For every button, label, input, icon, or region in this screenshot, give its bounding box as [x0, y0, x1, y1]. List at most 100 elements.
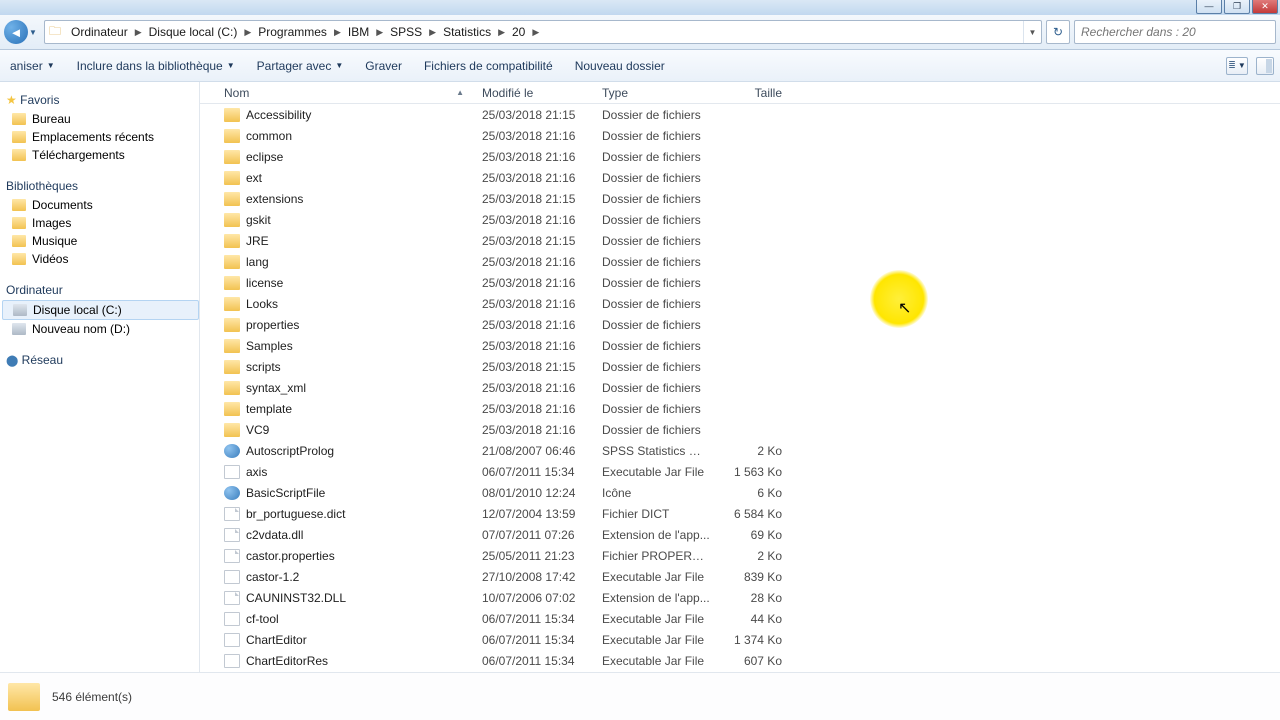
- blue-icon: [224, 486, 240, 500]
- sidebar-item-music[interactable]: Musique: [2, 232, 199, 250]
- table-row[interactable]: ChartEditorRes06/07/2011 15:34Executable…: [200, 650, 1280, 671]
- table-row[interactable]: gskit25/03/2018 21:16Dossier de fichiers: [200, 209, 1280, 230]
- table-row[interactable]: eclipse25/03/2018 21:16Dossier de fichie…: [200, 146, 1280, 167]
- preview-pane-button[interactable]: [1256, 57, 1274, 75]
- blue-icon: [224, 444, 240, 458]
- col-size[interactable]: Taille: [716, 86, 788, 100]
- table-row[interactable]: Accessibility25/03/2018 21:15Dossier de …: [200, 104, 1280, 125]
- table-row[interactable]: CAUNINST32.DLL10/07/2006 07:02Extension …: [200, 587, 1280, 608]
- file-modified: 06/07/2011 15:34: [476, 633, 596, 647]
- crumb[interactable]: Statistics: [437, 25, 497, 39]
- view-mode-button[interactable]: ≣ ▼: [1226, 57, 1248, 75]
- search-input[interactable]: [1081, 25, 1269, 39]
- table-row[interactable]: br_portuguese.dict12/07/2004 13:59Fichie…: [200, 503, 1280, 524]
- sidebar-item-bureau[interactable]: Bureau: [2, 110, 199, 128]
- col-type[interactable]: Type: [596, 86, 716, 100]
- file-name: castor-1.2: [246, 570, 299, 584]
- file-size: 6 Ko: [716, 486, 788, 500]
- file-modified: 25/03/2018 21:16: [476, 171, 596, 185]
- file-list: Nom▲ Modifié le Type Taille Accessibilit…: [200, 82, 1280, 672]
- folder-icon: [224, 297, 240, 311]
- file-type: Dossier de fichiers: [596, 318, 716, 332]
- address-dropdown[interactable]: ▼: [1023, 21, 1041, 43]
- table-row[interactable]: AutoscriptProlog21/08/2007 06:46SPSS Sta…: [200, 440, 1280, 461]
- file-type: Dossier de fichiers: [596, 402, 716, 416]
- table-row[interactable]: axis06/07/2011 15:34Executable Jar File1…: [200, 461, 1280, 482]
- table-row[interactable]: properties25/03/2018 21:16Dossier de fic…: [200, 314, 1280, 335]
- network-header[interactable]: ⬤ Réseau: [2, 350, 199, 370]
- file-modified: 06/07/2011 15:34: [476, 612, 596, 626]
- table-row[interactable]: c2vdata.dll07/07/2011 07:26Extension de …: [200, 524, 1280, 545]
- jar-icon: [224, 612, 240, 626]
- file-modified: 12/07/2004 13:59: [476, 507, 596, 521]
- file-name: eclipse: [246, 150, 283, 164]
- file-name: properties: [246, 318, 299, 332]
- search-box[interactable]: [1074, 20, 1276, 44]
- file-size: 69 Ko: [716, 528, 788, 542]
- table-row[interactable]: license25/03/2018 21:16Dossier de fichie…: [200, 272, 1280, 293]
- table-row[interactable]: Looks25/03/2018 21:16Dossier de fichiers: [200, 293, 1280, 314]
- folder-icon: [224, 339, 240, 353]
- maximize-button[interactable]: ❐: [1224, 0, 1250, 14]
- file-modified: 07/07/2011 07:26: [476, 528, 596, 542]
- share-button[interactable]: Partager avec▼: [253, 57, 348, 75]
- address-box[interactable]: 🗀 Ordinateur▶Disque local (C:)▶Programme…: [44, 20, 1042, 44]
- table-row[interactable]: Samples25/03/2018 21:16Dossier de fichie…: [200, 335, 1280, 356]
- col-name[interactable]: Nom▲: [218, 86, 476, 100]
- folder-icon: [224, 255, 240, 269]
- sidebar-item-disk-c[interactable]: Disque local (C:): [2, 300, 199, 320]
- include-library-button[interactable]: Inclure dans la bibliothèque▼: [73, 57, 239, 75]
- sidebar-item-videos[interactable]: Vidéos: [2, 250, 199, 268]
- sidebar-item-downloads[interactable]: Téléchargements: [2, 146, 199, 164]
- file-type: Dossier de fichiers: [596, 339, 716, 353]
- organize-button[interactable]: aniser▼: [6, 57, 59, 75]
- table-row[interactable]: ext25/03/2018 21:16Dossier de fichiers: [200, 167, 1280, 188]
- status-folder-icon: [8, 683, 40, 711]
- minimize-button[interactable]: —: [1196, 0, 1222, 14]
- history-dropdown[interactable]: ▼: [28, 20, 38, 44]
- crumb-sep: ▶: [134, 27, 143, 38]
- file-type: Extension de l'app...: [596, 528, 716, 542]
- libraries-header[interactable]: Bibliothèques: [2, 176, 199, 196]
- table-row[interactable]: JRE25/03/2018 21:15Dossier de fichiers: [200, 230, 1280, 251]
- table-row[interactable]: ChartEditor06/07/2011 15:34Executable Ja…: [200, 629, 1280, 650]
- computer-header[interactable]: Ordinateur: [2, 280, 199, 300]
- file-modified: 06/07/2011 15:34: [476, 465, 596, 479]
- close-button[interactable]: ✕: [1252, 0, 1278, 14]
- folder-icon: [224, 150, 240, 164]
- col-modified[interactable]: Modifié le: [476, 86, 596, 100]
- file-size: 2 Ko: [716, 444, 788, 458]
- crumb[interactable]: Programmes: [252, 25, 333, 39]
- file-name: scripts: [246, 360, 281, 374]
- burn-button[interactable]: Graver: [361, 57, 406, 75]
- table-row[interactable]: common25/03/2018 21:16Dossier de fichier…: [200, 125, 1280, 146]
- sidebar-item-images[interactable]: Images: [2, 214, 199, 232]
- table-row[interactable]: cf-tool06/07/2011 15:34Executable Jar Fi…: [200, 608, 1280, 629]
- compat-files-button[interactable]: Fichiers de compatibilité: [420, 57, 557, 75]
- crumb[interactable]: Disque local (C:): [143, 25, 244, 39]
- table-row[interactable]: extensions25/03/2018 21:15Dossier de fic…: [200, 188, 1280, 209]
- new-folder-button[interactable]: Nouveau dossier: [571, 57, 669, 75]
- table-row[interactable]: syntax_xml25/03/2018 21:16Dossier de fic…: [200, 377, 1280, 398]
- file-type: Dossier de fichiers: [596, 108, 716, 122]
- crumb[interactable]: SPSS: [384, 25, 428, 39]
- crumb[interactable]: 20: [506, 25, 531, 39]
- sidebar-item-documents[interactable]: Documents: [2, 196, 199, 214]
- refresh-button[interactable]: ↻: [1046, 20, 1070, 44]
- table-row[interactable]: template25/03/2018 21:16Dossier de fichi…: [200, 398, 1280, 419]
- sidebar-item-recents[interactable]: Emplacements récents: [2, 128, 199, 146]
- file-type: Dossier de fichiers: [596, 192, 716, 206]
- table-row[interactable]: castor-1.227/10/2008 17:42Executable Jar…: [200, 566, 1280, 587]
- table-row[interactable]: castor.properties25/05/2011 21:23Fichier…: [200, 545, 1280, 566]
- sidebar-item-disk-d[interactable]: Nouveau nom (D:): [2, 320, 199, 338]
- crumb[interactable]: IBM: [342, 25, 375, 39]
- table-row[interactable]: BasicScriptFile08/01/2010 12:24Icône6 Ko: [200, 482, 1280, 503]
- table-row[interactable]: lang25/03/2018 21:16Dossier de fichiers: [200, 251, 1280, 272]
- crumb[interactable]: Ordinateur: [65, 25, 134, 39]
- file-name: ChartEditorRes: [246, 654, 328, 668]
- back-button[interactable]: ◄: [4, 20, 28, 44]
- file-size: 28 Ko: [716, 591, 788, 605]
- table-row[interactable]: VC925/03/2018 21:16Dossier de fichiers: [200, 419, 1280, 440]
- favorites-header[interactable]: ★ Favoris: [2, 90, 199, 110]
- table-row[interactable]: scripts25/03/2018 21:15Dossier de fichie…: [200, 356, 1280, 377]
